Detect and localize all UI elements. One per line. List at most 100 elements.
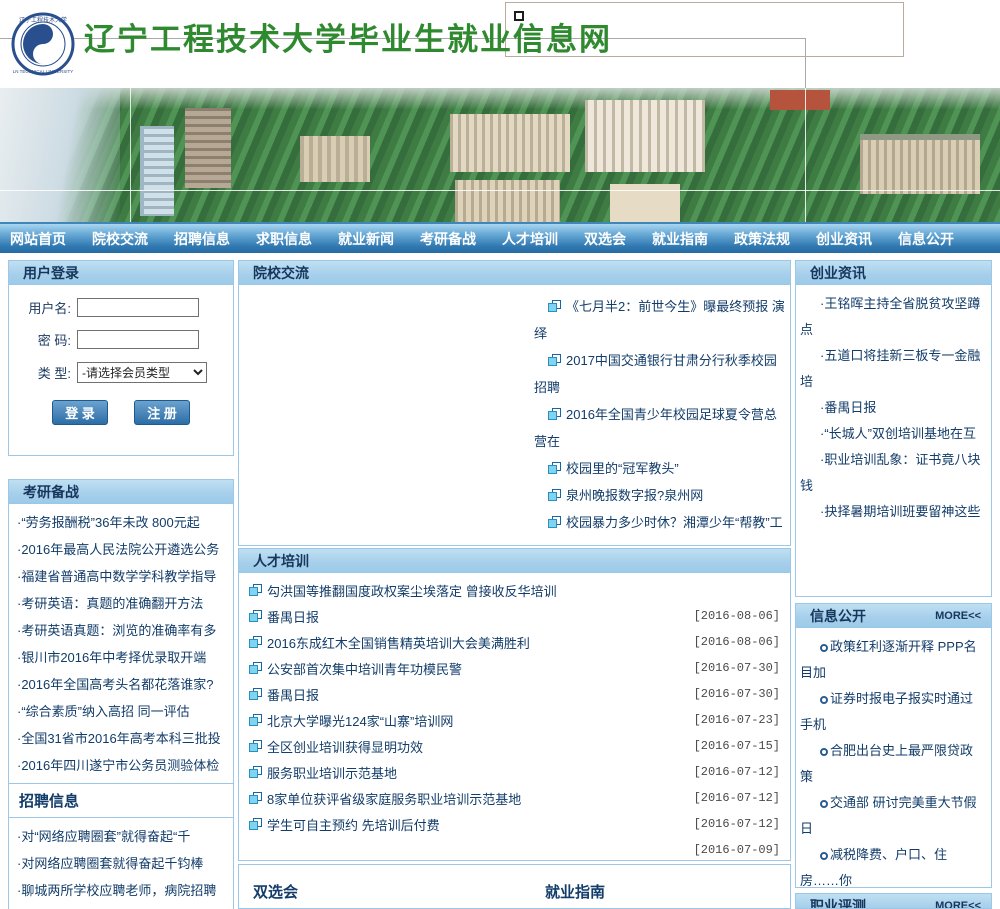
chuangye-list-item[interactable]: ·番禺日报 xyxy=(800,395,985,421)
svg-text:辽宁工程技术大学: 辽宁工程技术大学 xyxy=(19,16,67,24)
yuanxiao-list-item[interactable]: 《七月半2：前世今生》曝最终预报 演绎 xyxy=(534,293,786,347)
xinxi-list-item[interactable]: 交通部 研讨完美重大节假日 xyxy=(800,790,985,842)
yuanxiao-list-item[interactable]: 泉州晚报数字报?泉州网 xyxy=(534,482,786,509)
kaoyan-list-item[interactable]: ·全国31省市2016年高考本科三批投 xyxy=(17,725,229,752)
nav-item[interactable]: 信息公开 xyxy=(898,229,954,249)
kaoyan-list-item[interactable]: ·考研英语真题：浏览的准确率有多 xyxy=(17,617,229,644)
chuangye-list-item[interactable]: ·王铭晖主持全省脱贫攻坚蹲点 xyxy=(800,291,985,343)
kaoyan-list-item[interactable]: ·“综合素质”纳入高招 同一评估 xyxy=(17,698,229,725)
username-label: 用户名: xyxy=(28,301,71,316)
document-icon xyxy=(249,635,263,649)
rencai-list-item[interactable]: 8家单位获评省级家庭服务职业培训示范基地 xyxy=(267,789,694,808)
kaoyan-list-item[interactable]: ·福建省普通高中数学学科教学指导 xyxy=(17,563,229,590)
rencai-list: 勾洪国等推翻国度政权案尘埃落定 曾接收反华培训 番禺日报 [2016-08-06… xyxy=(239,573,790,860)
nav-item[interactable]: 求职信息 xyxy=(256,229,312,249)
document-icon xyxy=(249,583,263,597)
username-input[interactable] xyxy=(77,298,199,317)
kaoyan-list: ·“劳务报酬税”36年未改 800元起 ·2016年最高人民法院公开遴选公务 ·福建… xyxy=(9,504,233,779)
attachment-icon xyxy=(820,644,828,652)
chuangye-list-item[interactable]: ·“长城人”双创培训基地在互 xyxy=(800,421,985,447)
rencai-list-row: 番禺日报 [2016-07-30] xyxy=(249,681,782,707)
xinxi-list-item[interactable]: 减税降费、户口、住房……你 xyxy=(800,842,985,887)
yuanxiao-list-item[interactable]: 校园暴力多少时休？湘潭少年“帮教”工 xyxy=(534,509,786,536)
banner-seam-line xyxy=(805,88,806,222)
kaoyan-list-item[interactable]: ·2016年全国高考头名都花落谁家? xyxy=(17,671,229,698)
member-type-select[interactable]: -请选择会员类型 xyxy=(77,362,207,383)
document-icon xyxy=(249,765,263,779)
banner-seam-line xyxy=(0,190,1000,191)
kaoyan-list-item[interactable]: ·考研英语：真题的准确翻开方法 xyxy=(17,590,229,617)
chuangye-list-item[interactable]: ·职业培训乱象：证书竟八块钱 xyxy=(800,447,985,499)
nav-item[interactable]: 考研备战 xyxy=(420,229,476,249)
kaoyan-list-item[interactable]: ·2016年四川遂宁市公务员测验体检 xyxy=(17,752,229,779)
xinxi-list-item[interactable]: 证券时报电子报实时通过手机 xyxy=(800,686,985,738)
rencai-list-item[interactable]: 北京大学曝光124家“山寨”培训网 xyxy=(267,711,694,730)
rencai-list-item[interactable]: 服务职业培训示范基地 xyxy=(267,763,694,782)
rencai-list-item[interactable]: 勾洪国等推翻国度政权案尘埃落定 曾接收反华培训 xyxy=(267,581,780,600)
chuangye-list-item[interactable]: ·抉择暑期培训班要留神这些 xyxy=(800,499,985,525)
banner-building xyxy=(140,126,174,216)
yuanxiao-list-item[interactable]: 2016年全国青少年校园足球夏令营总营在 xyxy=(534,401,786,455)
nav-item[interactable]: 就业指南 xyxy=(652,229,708,249)
rencai-list-item[interactable]: 全区创业培训获得显明功效 xyxy=(267,737,694,756)
page: 辽宁工程技术大学 LN TECHNICAL UNIVERSITY 辽宁工程技术大… xyxy=(0,0,1000,909)
yuanxiao-list-item[interactable]: 校园里的“冠军教头” xyxy=(534,455,786,482)
register-button[interactable]: 注 册 xyxy=(134,400,190,425)
login-panel-header: 用户登录 xyxy=(9,261,233,285)
item-date: [2016-07-30] xyxy=(693,687,780,701)
rencai-list-item[interactable]: 番禺日报 xyxy=(267,607,694,626)
bottom-panels: 双选会 就业指南 xyxy=(238,864,791,909)
zhiye-panel-title: 职业评测 xyxy=(810,897,866,909)
rencai-list-item[interactable]: 2016东成红木全国销售精英培训大会美满胜利 xyxy=(267,633,694,652)
nav-item[interactable]: 人才培训 xyxy=(502,229,558,249)
xinxi-more-link[interactable]: MORE<< xyxy=(935,604,981,628)
xinxi-list-item[interactable]: 合肥出台史上最严限贷政策 xyxy=(800,738,985,790)
attachment-icon xyxy=(820,852,828,860)
campus-photo-banner xyxy=(0,88,1000,222)
nav-item[interactable]: 双选会 xyxy=(584,229,626,249)
rencai-list-row: 2016东成红木全国销售精英培训大会美满胜利 [2016-08-06] xyxy=(249,629,782,655)
university-logo[interactable]: 辽宁工程技术大学 LN TECHNICAL UNIVERSITY xyxy=(10,12,76,76)
password-input[interactable] xyxy=(77,330,199,349)
item-date: [2016-07-15] xyxy=(693,739,780,753)
banner-building xyxy=(300,136,370,182)
rencai-list-row: 勾洪国等推翻国度政权案尘埃落定 曾接收反华培训 xyxy=(249,577,782,603)
zhiye-panel-header: 职业评测 MORE<< xyxy=(796,894,991,909)
zhiye-more-link[interactable]: MORE<< xyxy=(935,894,981,909)
nav-item[interactable]: 政策法规 xyxy=(734,229,790,249)
rencai-list-item[interactable]: 学生可自主预约 先培训后付费 xyxy=(267,815,694,834)
kaoyan-list-item[interactable]: ·2016年最高人民法院公开遴选公务 xyxy=(17,536,229,563)
nav-item[interactable]: 网站首页 xyxy=(10,229,66,249)
nav-item[interactable]: 创业资讯 xyxy=(816,229,872,249)
rencai-list-row: 学生可自主预约 先培训后付费 [2016-07-12] xyxy=(249,811,782,837)
item-date: [2016-07-30] xyxy=(693,661,780,675)
rencai-list-item[interactable]: 公安部首次集中培训青年功模民警 xyxy=(267,659,694,678)
nav-item[interactable]: 院校交流 xyxy=(92,229,148,249)
yuanxiao-list-item[interactable]: 2017中国交通银行甘肃分行秋季校园招聘 xyxy=(534,347,786,401)
banner-seam-line xyxy=(130,88,131,222)
chuangye-panel-title: 创业资讯 xyxy=(810,264,866,281)
rencai-list-item[interactable]: 番禺日报 xyxy=(267,685,694,704)
banner-building xyxy=(860,134,980,194)
chuangye-list: ·王铭晖主持全省脱贫攻坚蹲点 ·五道口将挂新三板专一金融培 ·番禺日报 ·“长城人”双… xyxy=(796,285,991,525)
kaoyan-list-item[interactable]: ·“劳务报酬税”36年未改 800元起 xyxy=(17,509,229,536)
item-date: [2016-07-23] xyxy=(693,713,780,727)
xinxi-list: 政策红利逐渐开释 PPP名目加 证券时报电子报实时通过手机 合肥出台史上最严限贷… xyxy=(796,628,991,887)
nav-item[interactable]: 就业新闻 xyxy=(338,229,394,249)
chuangye-panel: 创业资讯 ·王铭晖主持全省脱贫攻坚蹲点 ·五道口将挂新三板专一金融培 ·番禺日报 ·“… xyxy=(795,260,992,597)
main-nav: 网站首页 院校交流 招聘信息 求职信息 就业新闻 考研备战 人才培训 双选会 就业指南 政策法规 创… xyxy=(0,222,1000,253)
banner-building xyxy=(450,114,570,172)
document-icon xyxy=(249,817,263,831)
zhaopin-list-item[interactable]: ·聊城两所学校应聘老师，病院招聘 xyxy=(17,877,229,904)
xinxi-list-item[interactable]: 政策红利逐渐开释 PPP名目加 xyxy=(800,634,985,686)
nav-item[interactable]: 招聘信息 xyxy=(174,229,230,249)
login-button[interactable]: 登 录 xyxy=(52,400,108,425)
banner-building xyxy=(455,180,560,222)
zhaopin-list-item[interactable]: ·对“网络应聘圈套”就得奋起“千 xyxy=(17,823,229,850)
kaoyan-list-item[interactable]: ·银川市2016年中考择优录取开端 xyxy=(17,644,229,671)
zhaopin-list-item[interactable]: ·龙岗应聘常设岗位老师940名 xyxy=(17,904,229,909)
chuangye-panel-header: 创业资讯 xyxy=(796,261,991,285)
chuangye-list-item[interactable]: ·五道口将挂新三板专一金融培 xyxy=(800,343,985,395)
rencai-list-row: 全区创业培训获得显明功效 [2016-07-15] xyxy=(249,733,782,759)
zhaopin-list-item[interactable]: ·对网络应聘圈套就得奋起千钧棒 xyxy=(17,850,229,877)
